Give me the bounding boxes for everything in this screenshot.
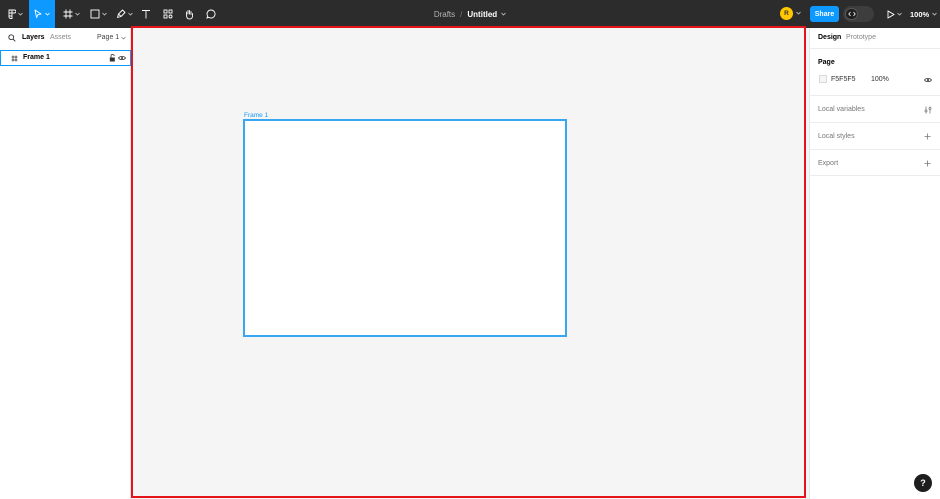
tab-assets[interactable]: Assets — [50, 34, 71, 41]
page-section-title: Page — [818, 59, 835, 66]
local-variables-label: Local variables — [818, 106, 865, 113]
page-selector[interactable]: Page 1 — [97, 34, 126, 41]
comment-bubble-icon — [206, 9, 216, 19]
dev-mode-toggle[interactable] — [843, 6, 874, 22]
page-section: Page — [810, 49, 940, 96]
plus-icon[interactable] — [924, 133, 931, 140]
chevron-down-icon — [74, 12, 80, 16]
breadcrumb-drafts[interactable]: Drafts — [434, 10, 455, 19]
pen-tool-button[interactable] — [112, 0, 136, 28]
plus-icon[interactable] — [924, 160, 931, 167]
page-color-swatch[interactable] — [819, 75, 827, 83]
play-icon — [887, 9, 895, 19]
chevron-down-icon — [17, 12, 23, 16]
code-brackets-icon — [847, 11, 856, 17]
local-styles-section[interactable]: Local styles — [810, 123, 940, 150]
frame-icon — [11, 55, 18, 62]
design-panel: Design Prototype Page F5F5F5 100% Local … — [809, 28, 940, 499]
dev-mode-knob — [845, 8, 858, 20]
breadcrumb-separator: / — [460, 9, 463, 19]
local-styles-label: Local styles — [818, 133, 855, 140]
zoom-control[interactable]: 100% — [910, 0, 937, 28]
frame-hash-icon — [63, 9, 72, 19]
layer-name: Frame 1 — [23, 54, 50, 61]
text-t-icon — [142, 10, 150, 19]
frame-label[interactable]: Frame 1 — [244, 112, 268, 119]
user-avatar[interactable]: R — [780, 7, 793, 20]
move-tool-button[interactable] — [29, 0, 55, 28]
shape-tool-button[interactable] — [86, 0, 110, 28]
cursor-arrow-icon — [34, 9, 42, 19]
eye-icon[interactable] — [924, 77, 932, 83]
chevron-down-icon — [896, 12, 902, 16]
main-menu-button[interactable] — [4, 0, 26, 28]
chevron-down-icon — [127, 12, 133, 16]
rectangle-icon — [90, 9, 99, 19]
file-name[interactable]: Untitled — [467, 10, 497, 19]
local-variables-section[interactable]: Local variables — [810, 96, 940, 123]
zoom-value: 100% — [910, 9, 930, 19]
comment-tool-button[interactable] — [203, 0, 219, 28]
figma-logo-icon — [8, 9, 16, 19]
resources-tool-button[interactable] — [160, 0, 176, 28]
layers-panel: Layers Assets Page 1 Frame 1 — [0, 28, 131, 499]
page-selector-label: Page 1 — [97, 34, 120, 41]
chevron-down-icon — [932, 12, 937, 16]
search-icon[interactable] — [8, 34, 16, 42]
hand-icon — [186, 9, 193, 19]
eye-icon[interactable] — [118, 55, 126, 61]
chevron-down-icon[interactable] — [796, 11, 801, 15]
page-color-opacity[interactable]: 100% — [871, 76, 889, 83]
present-button[interactable] — [884, 0, 904, 28]
tab-design[interactable]: Design — [818, 34, 841, 41]
export-label: Export — [818, 160, 839, 167]
tab-prototype[interactable]: Prototype — [846, 34, 876, 41]
left-panel-tabs: Layers Assets Page 1 — [0, 28, 131, 49]
variables-settings-icon[interactable] — [924, 106, 932, 114]
hand-tool-button[interactable] — [181, 0, 197, 28]
share-button[interactable]: Share — [810, 6, 839, 22]
chevron-down-icon — [101, 12, 107, 16]
frame-tool-button[interactable] — [59, 0, 83, 28]
frame-1[interactable] — [243, 119, 567, 337]
export-section[interactable]: Export — [810, 150, 940, 176]
page-color-hex[interactable]: F5F5F5 — [831, 76, 856, 83]
right-panel-tabs: Design Prototype — [810, 28, 940, 49]
chevron-down-icon[interactable] — [501, 12, 506, 16]
tab-layers[interactable]: Layers — [22, 34, 45, 41]
figma-app: Drafts / Untitled R Share 100% Layers As… — [0, 0, 940, 499]
help-button[interactable]: ? — [914, 474, 932, 492]
unlock-icon[interactable] — [109, 54, 116, 62]
layer-row-frame-1[interactable]: Frame 1 — [0, 50, 131, 66]
chevron-down-icon — [45, 12, 50, 16]
pen-icon — [116, 9, 125, 18]
text-tool-button[interactable] — [138, 0, 154, 28]
resources-grid-icon — [163, 9, 173, 19]
top-toolbar: Drafts / Untitled R Share 100% — [0, 0, 940, 28]
chevron-down-icon — [121, 36, 126, 40]
